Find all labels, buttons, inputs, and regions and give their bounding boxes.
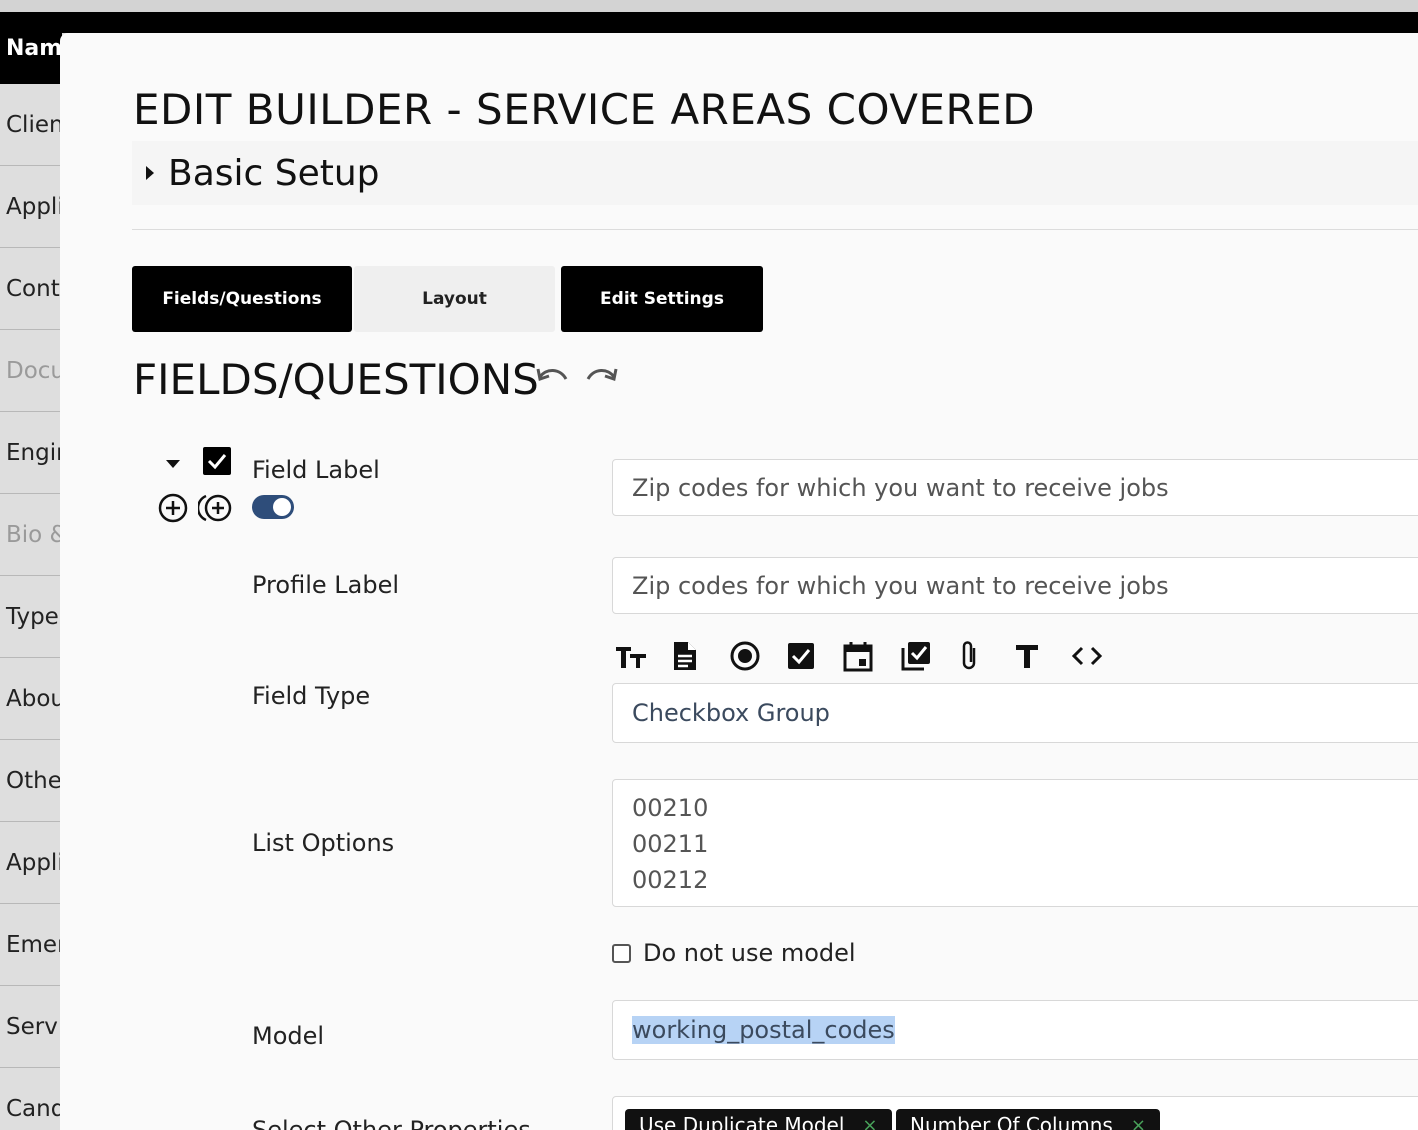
sidebar-item[interactable]: Type [0, 576, 62, 658]
do-not-use-model-option[interactable]: Do not use model [612, 939, 856, 967]
radio-icon[interactable] [729, 639, 786, 673]
browser-top-strip [0, 0, 1418, 12]
field-type-select[interactable]: Checkbox Group [612, 683, 1418, 743]
sidebar-item[interactable]: Othe [0, 740, 62, 822]
other-properties-select[interactable]: Use Duplicate Model × Number Of Columns … [612, 1096, 1418, 1130]
sidebar-item[interactable]: Bio & [0, 494, 62, 576]
do-not-use-model-checkbox[interactable] [612, 943, 631, 963]
redo-icon[interactable] [584, 365, 618, 391]
field-select-checkbox[interactable] [203, 447, 231, 475]
chip-label: Use Duplicate Model [639, 1113, 845, 1130]
field-type-label: Field Type [252, 682, 371, 710]
code-icon[interactable] [1071, 639, 1128, 673]
basic-setup-label: Basic Setup [168, 152, 380, 194]
undo-icon[interactable] [536, 365, 570, 391]
sidebar-item[interactable]: Clien [0, 84, 62, 166]
chip-remove-icon[interactable]: × [862, 1115, 877, 1130]
add-nested-field-icon[interactable] [198, 491, 232, 525]
sidebar-item[interactable]: Appli [0, 166, 62, 248]
page-title: EDIT BUILDER - SERVICE AREAS COVERED [133, 85, 1036, 134]
field-enabled-toggle[interactable] [252, 495, 294, 519]
document-icon[interactable] [672, 639, 729, 673]
list-options-textarea[interactable]: 00210 00211 00212 [612, 779, 1418, 907]
list-option: 00212 [632, 866, 709, 894]
field-label-input[interactable]: Zip codes for which you want to receive … [612, 459, 1418, 516]
sidebar-item[interactable]: Appli [0, 822, 62, 904]
text-size-icon[interactable] [615, 639, 672, 673]
sidebar-item[interactable]: Emer [0, 904, 62, 986]
calendar-icon[interactable] [843, 639, 900, 673]
do-not-use-model-label: Do not use model [643, 939, 856, 967]
paperclip-icon[interactable] [957, 639, 1014, 673]
profile-label-input[interactable]: Zip codes for which you want to receive … [612, 557, 1418, 614]
background-sidebar: Nam Clien Appli Conta Docu Engir Bio & T… [0, 12, 62, 1130]
divider [132, 229, 1418, 230]
property-chip: Number Of Columns × [896, 1109, 1160, 1130]
collapse-field-caret[interactable] [166, 460, 180, 468]
caret-right-icon [146, 166, 154, 180]
checkbox-multiple-icon[interactable] [900, 639, 957, 673]
tab-layout[interactable]: Layout [354, 266, 555, 332]
field-label-label: Field Label [252, 456, 380, 484]
sidebar-item[interactable]: Servi [0, 986, 62, 1068]
chip-remove-icon[interactable]: × [1131, 1115, 1146, 1130]
tab-fields-questions[interactable]: Fields/Questions [132, 266, 352, 332]
list-option: 00211 [632, 830, 709, 858]
chip-label: Number Of Columns [910, 1113, 1113, 1130]
checkbox-icon[interactable] [786, 639, 843, 673]
text-icon[interactable] [1014, 639, 1071, 673]
basic-setup-accordion[interactable]: Basic Setup [132, 141, 1418, 205]
section-title: FIELDS/QUESTIONS [133, 355, 539, 404]
sidebar-item[interactable]: Abou [0, 658, 62, 740]
sidebar-header: Nam [0, 12, 62, 84]
field-type-picker [615, 639, 1128, 673]
property-chip: Use Duplicate Model × [625, 1109, 892, 1130]
header-bar [0, 12, 1418, 33]
other-properties-label: Select Other Properties [252, 1116, 531, 1130]
sidebar-item[interactable]: Docu [0, 330, 62, 412]
list-options-label: List Options [252, 829, 395, 857]
sidebar-item[interactable]: Cand [0, 1068, 62, 1130]
edit-builder-modal: EDIT BUILDER - SERVICE AREAS COVERED Bas… [60, 33, 1418, 1130]
list-option: 00210 [632, 794, 709, 822]
model-label: Model [252, 1022, 325, 1050]
sidebar-item[interactable]: Conta [0, 248, 62, 330]
tab-edit-settings[interactable]: Edit Settings [561, 266, 763, 332]
profile-label-label: Profile Label [252, 571, 399, 599]
model-value: working_postal_codes [632, 1016, 895, 1044]
add-field-icon[interactable] [156, 491, 190, 525]
sidebar-item[interactable]: Engir [0, 412, 62, 494]
toggle-knob [273, 498, 291, 516]
model-input[interactable]: working_postal_codes [612, 1000, 1418, 1060]
